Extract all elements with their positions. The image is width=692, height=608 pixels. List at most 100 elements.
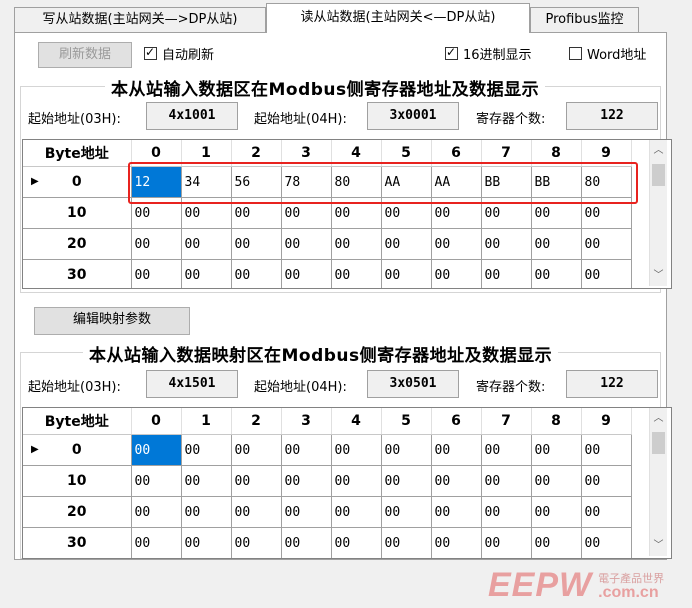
hex-display-checkbox[interactable]: ✓ 16进制显示 bbox=[445, 44, 532, 63]
data-cell[interactable]: 00 bbox=[481, 228, 532, 260]
column-header-0[interactable]: 0 bbox=[131, 408, 182, 435]
data-cell[interactable]: 00 bbox=[431, 259, 482, 288]
data-cell[interactable]: 00 bbox=[381, 259, 432, 288]
row-header[interactable]: ▶ 0 bbox=[23, 166, 132, 198]
data-cell[interactable]: 00 bbox=[231, 259, 282, 288]
word-address-checkbox[interactable]: Word地址 bbox=[569, 44, 646, 63]
mapping-data-grid[interactable]: Byte地址 0 1 2 3 4 5 6 7 8 9 ▶ 0 00 00 00 00 00 00 00 00 00 00 10… bbox=[22, 407, 672, 559]
data-cell[interactable]: 00 bbox=[331, 259, 382, 288]
data-cell[interactable]: 00 bbox=[331, 434, 382, 466]
data-cell[interactable]: 00 bbox=[131, 228, 182, 260]
data-cell[interactable]: 00 bbox=[131, 496, 182, 528]
data-cell[interactable]: 00 bbox=[181, 496, 232, 528]
row-header[interactable]: ▶ 0 bbox=[23, 434, 132, 466]
column-header-7[interactable]: 7 bbox=[481, 408, 532, 435]
data-cell[interactable]: 00 bbox=[281, 259, 332, 288]
row-header[interactable]: 30 bbox=[23, 259, 132, 288]
data-cell[interactable]: 00 bbox=[581, 259, 632, 288]
data-cell[interactable]: 00 bbox=[231, 465, 282, 497]
data-cell[interactable]: 00 bbox=[181, 527, 232, 558]
scroll-thumb[interactable] bbox=[652, 432, 665, 454]
table-row[interactable]: 20 00 00 00 00 00 00 00 00 00 00 bbox=[23, 228, 632, 260]
chevron-down-icon[interactable]: ﹀ bbox=[650, 267, 667, 284]
data-cell[interactable]: 00 bbox=[281, 465, 332, 497]
column-header-6[interactable]: 6 bbox=[431, 408, 482, 435]
data-cell[interactable]: 00 bbox=[431, 465, 482, 497]
data-cell[interactable]: 00 bbox=[231, 434, 282, 466]
data-cell[interactable]: 00 bbox=[431, 434, 482, 466]
data-cell[interactable]: 00 bbox=[181, 259, 232, 288]
row-header[interactable]: 10 bbox=[23, 465, 132, 497]
data-cell[interactable]: 00 bbox=[231, 228, 282, 260]
scroll-thumb[interactable] bbox=[652, 164, 665, 186]
chevron-up-icon[interactable]: ︿ bbox=[650, 410, 667, 427]
data-cell[interactable]: 00 bbox=[331, 496, 382, 528]
data-cell[interactable]: 00 bbox=[531, 496, 582, 528]
data-cell[interactable]: 00 bbox=[131, 465, 182, 497]
data-cell[interactable]: 00 bbox=[381, 527, 432, 558]
data-cell[interactable]: 00 bbox=[581, 527, 632, 558]
data-cell[interactable]: 00 bbox=[481, 496, 532, 528]
data-cell[interactable]: 00 bbox=[531, 527, 582, 558]
data-cell[interactable]: 00 bbox=[481, 434, 532, 466]
data-cell[interactable]: 00 bbox=[331, 465, 382, 497]
data-cell[interactable]: 00 bbox=[431, 228, 482, 260]
data-cell[interactable]: 00 bbox=[481, 527, 532, 558]
data-cell[interactable]: 00 bbox=[581, 228, 632, 260]
data-cell[interactable]: 00 bbox=[331, 527, 382, 558]
data-cell[interactable]: 00 bbox=[481, 465, 532, 497]
data-cell[interactable]: 00 bbox=[231, 496, 282, 528]
data-cell[interactable]: 00 bbox=[431, 496, 482, 528]
data-cell[interactable]: 00 bbox=[381, 228, 432, 260]
data-cell[interactable]: 00 bbox=[381, 465, 432, 497]
table-row[interactable]: 30 00 00 00 00 00 00 00 00 00 00 bbox=[23, 259, 632, 288]
column-header-byte-address[interactable]: Byte地址 bbox=[23, 140, 132, 167]
data-cell[interactable]: 00 bbox=[381, 434, 432, 466]
data-cell[interactable]: 00 bbox=[431, 527, 482, 558]
refresh-data-button[interactable]: 刷新数据 bbox=[38, 42, 132, 68]
vertical-scrollbar[interactable]: ︿ ﹀ bbox=[649, 140, 667, 286]
data-cell[interactable]: 00 bbox=[131, 434, 182, 466]
data-cell[interactable]: 00 bbox=[581, 434, 632, 466]
column-header-8[interactable]: 8 bbox=[531, 408, 582, 435]
data-cell[interactable]: 00 bbox=[181, 228, 232, 260]
data-cell[interactable]: 00 bbox=[131, 527, 182, 558]
column-header-byte-address[interactable]: Byte地址 bbox=[23, 408, 132, 435]
column-header-5[interactable]: 5 bbox=[381, 408, 432, 435]
data-cell[interactable]: 00 bbox=[581, 465, 632, 497]
data-cell[interactable]: 00 bbox=[481, 259, 532, 288]
table-row[interactable]: 20 00 00 00 00 00 00 00 00 00 00 bbox=[23, 496, 632, 528]
data-cell[interactable]: 00 bbox=[281, 527, 332, 558]
data-cell[interactable]: 00 bbox=[531, 434, 582, 466]
column-header-2[interactable]: 2 bbox=[231, 408, 282, 435]
table-row[interactable]: 30 00 00 00 00 00 00 00 00 00 00 bbox=[23, 527, 632, 558]
chevron-down-icon[interactable]: ﹀ bbox=[650, 537, 667, 554]
column-header-4[interactable]: 4 bbox=[331, 408, 382, 435]
data-cell[interactable]: 00 bbox=[531, 465, 582, 497]
data-cell[interactable]: 00 bbox=[581, 496, 632, 528]
chevron-up-icon[interactable]: ︿ bbox=[650, 142, 667, 159]
data-cell[interactable]: 00 bbox=[531, 228, 582, 260]
data-cell[interactable]: 00 bbox=[131, 259, 182, 288]
column-header-3[interactable]: 3 bbox=[281, 408, 332, 435]
data-cell[interactable]: 00 bbox=[231, 527, 282, 558]
column-header-9[interactable]: 9 bbox=[581, 408, 632, 435]
data-cell[interactable]: 00 bbox=[531, 259, 582, 288]
tab-read-slave[interactable]: 读从站数据(主站网关<—DP从站) bbox=[266, 3, 530, 33]
data-cell[interactable]: 00 bbox=[381, 496, 432, 528]
table-row[interactable]: ▶ 0 00 00 00 00 00 00 00 00 00 00 bbox=[23, 434, 632, 466]
row-header[interactable]: 10 bbox=[23, 197, 132, 229]
tab-profibus-monitor[interactable]: Profibus监控 bbox=[530, 7, 639, 32]
row-header[interactable]: 20 bbox=[23, 228, 132, 260]
edit-mapping-button[interactable]: 编辑映射参数 bbox=[34, 307, 190, 335]
auto-refresh-checkbox[interactable]: ✓ 自动刷新 bbox=[144, 44, 214, 63]
tab-write-slave[interactable]: 写从站数据(主站网关—>DP从站) bbox=[14, 7, 266, 32]
row-header[interactable]: 20 bbox=[23, 496, 132, 528]
table-row[interactable]: 10 00 00 00 00 00 00 00 00 00 00 bbox=[23, 465, 632, 497]
vertical-scrollbar[interactable]: ︿ ﹀ bbox=[649, 408, 667, 556]
data-cell[interactable]: 00 bbox=[281, 434, 332, 466]
column-header-1[interactable]: 1 bbox=[181, 408, 232, 435]
data-cell[interactable]: 00 bbox=[281, 228, 332, 260]
data-cell[interactable]: 00 bbox=[181, 434, 232, 466]
data-cell[interactable]: 00 bbox=[181, 465, 232, 497]
